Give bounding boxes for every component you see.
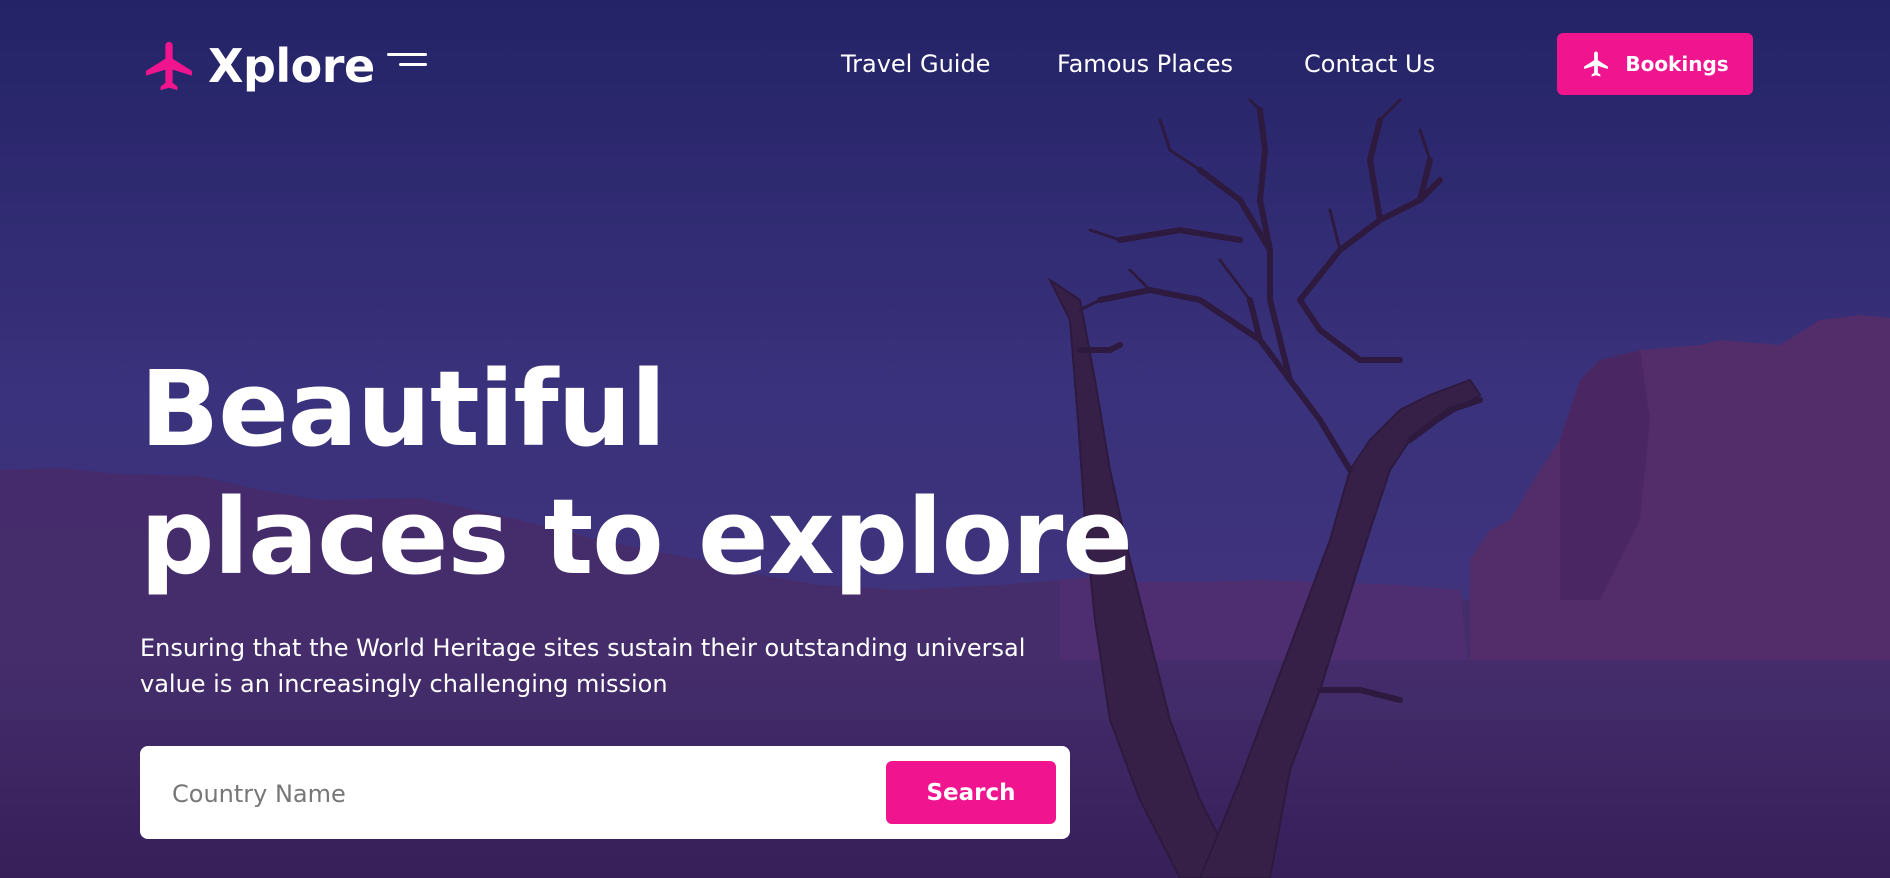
search-button[interactable]: Search — [886, 761, 1056, 824]
hero-title-line-1: Beautiful — [140, 348, 666, 470]
menu-icon[interactable] — [386, 51, 427, 73]
nav-link-contact-us[interactable]: Contact Us — [1304, 46, 1435, 82]
hero-title-line-2: places to explore — [140, 476, 1133, 598]
hero-subtitle-line-2: value is an increasingly challenging mis… — [140, 670, 668, 698]
brand-logo[interactable]: Xplore — [140, 34, 427, 98]
hero-subtitle: Ensuring that the World Heritage sites s… — [140, 630, 1040, 702]
hero-title: Beautiful places to explore — [140, 345, 1133, 601]
brand-name: Xplore — [208, 39, 375, 93]
airplane-icon — [1584, 51, 1609, 77]
hero-subtitle-line-1: Ensuring that the World Heritage sites s… — [140, 634, 1026, 662]
bookings-button[interactable]: Bookings — [1557, 33, 1753, 95]
airplane-icon — [146, 41, 192, 91]
nav-link-travel-guide[interactable]: Travel Guide — [841, 46, 990, 82]
top-navbar: Xplore Travel Guide Famous Places Contac… — [0, 0, 1890, 130]
search-box: Search — [140, 746, 1070, 839]
nav-link-famous-places[interactable]: Famous Places — [1057, 46, 1233, 82]
country-search-input[interactable] — [170, 764, 874, 824]
bookings-label: Bookings — [1625, 52, 1729, 76]
